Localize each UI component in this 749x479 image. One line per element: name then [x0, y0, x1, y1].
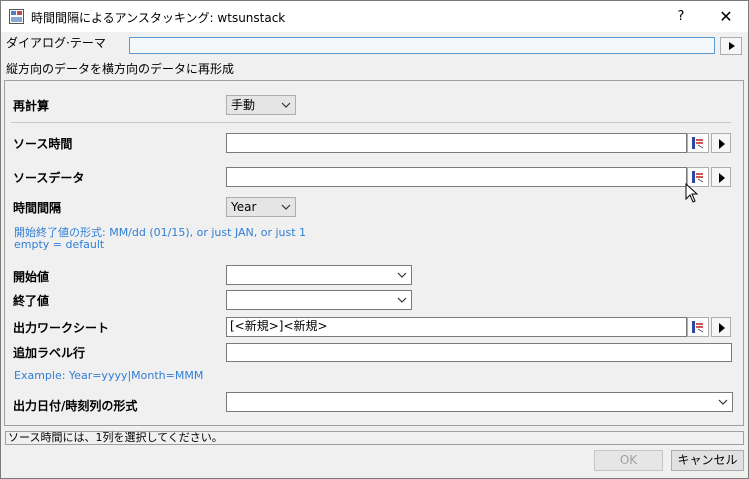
- title-bar: 時間間隔によるアンスタッキング: wtsunstack ? ✕: [1, 1, 748, 32]
- recalculate-value: 手動: [231, 98, 256, 112]
- output-date-format-select[interactable]: [226, 392, 733, 412]
- dialog-description: 縦方向のデータを横方向のデータに再形成: [6, 62, 235, 76]
- dialog-window: 時間間隔によるアンスタッキング: wtsunstack ? ✕ ダイアログ·テー…: [0, 0, 749, 479]
- range-select-icon: [692, 137, 704, 149]
- window-title: 時間間隔によるアンスタッキング: wtsunstack: [31, 11, 286, 25]
- dialog-theme-label: ダイアログ·テーマ: [6, 36, 106, 50]
- dialog-theme-input[interactable]: [129, 37, 715, 54]
- range-select-icon: [692, 321, 704, 333]
- output-worksheet-input[interactable]: [<新規>]<新規>: [226, 317, 687, 337]
- app-icon: [9, 9, 24, 24]
- end-value-label: 終了値: [13, 294, 50, 308]
- extra-label-row-label: 追加ラベル行: [13, 346, 86, 360]
- source-data-label: ソースデータ: [13, 171, 85, 185]
- output-worksheet-menu-button[interactable]: [711, 317, 731, 337]
- output-worksheet-pick-button[interactable]: [687, 317, 709, 337]
- output-date-format-label: 出力日付/時刻列の形式: [13, 399, 138, 413]
- dialog-theme-menu-button[interactable]: [720, 37, 742, 55]
- time-interval-label: 時間間隔: [13, 201, 62, 215]
- chevron-down-icon: [718, 399, 728, 405]
- triangle-right-icon: [719, 323, 725, 333]
- ok-button[interactable]: OK: [594, 450, 663, 471]
- start-value-select[interactable]: [226, 265, 412, 285]
- close-icon: ✕: [719, 7, 733, 26]
- time-interval-value: Year: [231, 200, 257, 214]
- source-data-input[interactable]: [226, 167, 687, 187]
- source-time-label: ソース時間: [13, 137, 73, 151]
- separator: [11, 122, 731, 123]
- chevron-down-icon: [397, 272, 407, 278]
- range-select-icon: [692, 171, 704, 183]
- output-worksheet-label: 出力ワークシート: [13, 321, 110, 335]
- cancel-button[interactable]: キャンセル: [671, 450, 744, 471]
- source-time-input[interactable]: [226, 133, 687, 153]
- source-data-menu-button[interactable]: [711, 167, 731, 187]
- close-button[interactable]: ✕: [709, 5, 743, 29]
- chevron-down-icon: [281, 102, 291, 108]
- help-button[interactable]: ?: [665, 5, 697, 29]
- mouse-cursor-icon: [685, 183, 699, 203]
- triangle-right-icon: [729, 42, 735, 50]
- triangle-right-icon: [719, 139, 725, 149]
- start-value-label: 開始値: [13, 270, 50, 284]
- empty-default-note: empty = default: [14, 238, 105, 251]
- recalculate-label: 再計算: [13, 99, 50, 113]
- status-message: ソース時間には、1列を選択してください。: [5, 431, 744, 445]
- triangle-right-icon: [719, 173, 725, 183]
- chevron-down-icon: [281, 204, 291, 210]
- time-interval-select[interactable]: Year: [226, 197, 296, 217]
- recalculate-select[interactable]: 手動: [226, 95, 296, 115]
- source-time-menu-button[interactable]: [711, 133, 731, 153]
- end-value-select[interactable]: [226, 290, 412, 310]
- chevron-down-icon: [397, 297, 407, 303]
- label-example-note: Example: Year=yyyy|Month=MMM: [14, 369, 204, 382]
- extra-label-row-input[interactable]: [226, 343, 732, 362]
- help-icon: ?: [677, 9, 685, 24]
- source-time-pick-button[interactable]: [687, 133, 709, 153]
